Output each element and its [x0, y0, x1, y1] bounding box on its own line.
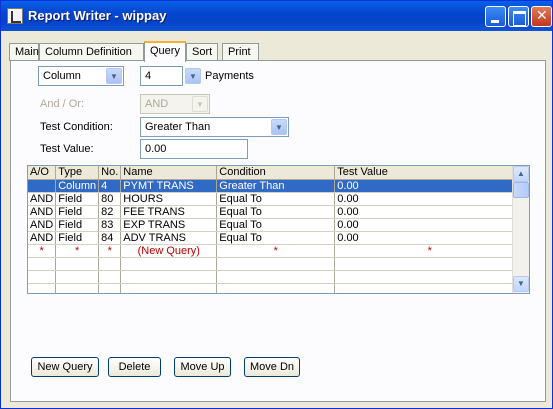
- empty-row: [28, 283, 526, 293]
- move-down-button[interactable]: Move Dn: [244, 357, 300, 377]
- target-number-select[interactable]: 4: [140, 66, 183, 86]
- cell-type[interactable]: Field: [55, 231, 100, 245]
- cell-name[interactable]: FEE TRANS: [120, 205, 218, 219]
- target-number-dropdown[interactable]: ▼: [183, 66, 201, 86]
- and-or-value: AND: [145, 98, 169, 110]
- cell-no[interactable]: 82: [98, 205, 122, 219]
- tab-column-definition[interactable]: Column Definition: [39, 43, 144, 61]
- column-header-name[interactable]: Name: [120, 166, 218, 180]
- move-up-button[interactable]: Move Up: [174, 357, 231, 377]
- target-type-select[interactable]: Column ▼: [38, 66, 124, 86]
- chevron-down-icon[interactable]: ▼: [185, 68, 201, 84]
- cell-name[interactable]: EXP TRANS: [120, 218, 218, 232]
- cell-test-value[interactable]: 0.00: [334, 192, 526, 206]
- chevron-down-icon[interactable]: ▼: [106, 68, 122, 84]
- and-or-select[interactable]: AND ▼: [140, 94, 210, 114]
- target-type-value: Column: [43, 70, 81, 82]
- column-header-condition[interactable]: Condition: [216, 166, 336, 180]
- new-row-marker[interactable]: *: [216, 244, 336, 258]
- query-grid[interactable]: A/O Type No. Name Condition Test Value C…: [27, 165, 530, 294]
- chevron-down-icon: ▼: [192, 96, 208, 112]
- tab-query[interactable]: Query: [144, 41, 186, 62]
- cell-no[interactable]: 80: [98, 192, 122, 206]
- grid-vertical-scrollbar[interactable]: ▲ ▼: [512, 166, 529, 293]
- scroll-thumb[interactable]: [513, 182, 529, 198]
- empty-row: [28, 257, 526, 271]
- table-row[interactable]: AND Field 80 HOURS Equal To 0.00: [28, 192, 526, 206]
- title-bar[interactable]: Report Writer - wippay: [1, 1, 552, 31]
- tab-print[interactable]: Print: [222, 43, 259, 61]
- scroll-up-icon[interactable]: ▲: [513, 166, 529, 182]
- scroll-down-icon[interactable]: ▼: [513, 276, 529, 292]
- cell-type[interactable]: Field: [55, 218, 100, 232]
- new-row-marker[interactable]: *: [28, 244, 57, 258]
- cell-test-value[interactable]: 0.00: [334, 179, 526, 193]
- new-row-marker[interactable]: *: [55, 244, 100, 258]
- cell-ao[interactable]: AND: [28, 218, 57, 232]
- cell-condition[interactable]: Equal To: [216, 231, 336, 245]
- cell-no[interactable]: 83: [98, 218, 122, 232]
- test-condition-label: Test Condition:: [40, 121, 113, 133]
- target-name-label: Payments: [205, 70, 254, 82]
- cell-test-value[interactable]: 0.00: [334, 205, 526, 219]
- cell-type[interactable]: Field: [55, 205, 100, 219]
- new-query-button[interactable]: New Query: [31, 357, 99, 377]
- column-header-type[interactable]: Type: [55, 166, 100, 180]
- cell-condition[interactable]: Equal To: [216, 205, 336, 219]
- cell-type[interactable]: Field: [55, 192, 100, 206]
- cell-test-value[interactable]: 0.00: [334, 218, 526, 232]
- test-value-label: Test Value:: [40, 143, 94, 155]
- cell-condition[interactable]: Equal To: [216, 218, 336, 232]
- report-writer-window: Report Writer - wippay Main Column Defin…: [0, 0, 553, 409]
- delete-button[interactable]: Delete: [108, 357, 161, 377]
- test-condition-value: Greater Than: [145, 121, 211, 133]
- new-query-label[interactable]: (New Query): [120, 244, 218, 258]
- cell-condition[interactable]: Greater Than: [216, 179, 336, 193]
- table-row[interactable]: AND Field 83 EXP TRANS Equal To 0.00: [28, 218, 526, 232]
- column-header-ao[interactable]: A/O: [28, 166, 57, 180]
- cell-name[interactable]: HOURS: [120, 192, 218, 206]
- window-title: Report Writer - wippay: [28, 8, 167, 23]
- cell-ao[interactable]: AND: [28, 205, 57, 219]
- column-header-test-value[interactable]: Test Value: [334, 166, 526, 180]
- query-table: A/O Type No. Name Condition Test Value C…: [28, 166, 526, 293]
- target-number-value: 4: [145, 70, 152, 82]
- table-row[interactable]: Column 4 PYMT TRANS Greater Than 0.00: [28, 179, 526, 193]
- cell-ao[interactable]: AND: [28, 231, 57, 245]
- cell-name[interactable]: PYMT TRANS: [120, 179, 218, 193]
- new-row-marker[interactable]: *: [334, 244, 526, 258]
- cell-type[interactable]: Column: [55, 179, 100, 193]
- column-header-no[interactable]: No.: [98, 166, 122, 180]
- and-or-label: And / Or:: [40, 98, 85, 110]
- test-value-text: 0.00: [145, 143, 167, 155]
- test-value-input[interactable]: 0.00: [140, 139, 248, 159]
- cell-test-value[interactable]: 0.00: [334, 231, 526, 245]
- test-condition-select[interactable]: Greater Than ▼: [140, 117, 289, 137]
- close-button[interactable]: [531, 6, 552, 27]
- cell-ao[interactable]: [28, 179, 57, 193]
- cell-ao[interactable]: AND: [28, 192, 57, 206]
- table-row[interactable]: AND Field 84 ADV TRANS Equal To 0.00: [28, 231, 526, 245]
- tab-sort[interactable]: Sort: [186, 43, 218, 61]
- chevron-down-icon[interactable]: ▼: [271, 119, 287, 135]
- table-row[interactable]: AND Field 82 FEE TRANS Equal To 0.00: [28, 205, 526, 219]
- new-query-row[interactable]: * * * (New Query) * *: [28, 244, 526, 258]
- cell-name[interactable]: ADV TRANS: [120, 231, 218, 245]
- maximize-button[interactable]: [508, 6, 529, 27]
- tab-main[interactable]: Main: [9, 43, 39, 61]
- cell-condition[interactable]: Equal To: [216, 192, 336, 206]
- new-row-marker[interactable]: *: [98, 244, 122, 258]
- empty-row: [28, 270, 526, 284]
- cell-no[interactable]: 4: [98, 179, 122, 193]
- minimize-button[interactable]: [485, 6, 506, 27]
- report-writer-icon[interactable]: [7, 8, 23, 24]
- cell-no[interactable]: 84: [98, 231, 122, 245]
